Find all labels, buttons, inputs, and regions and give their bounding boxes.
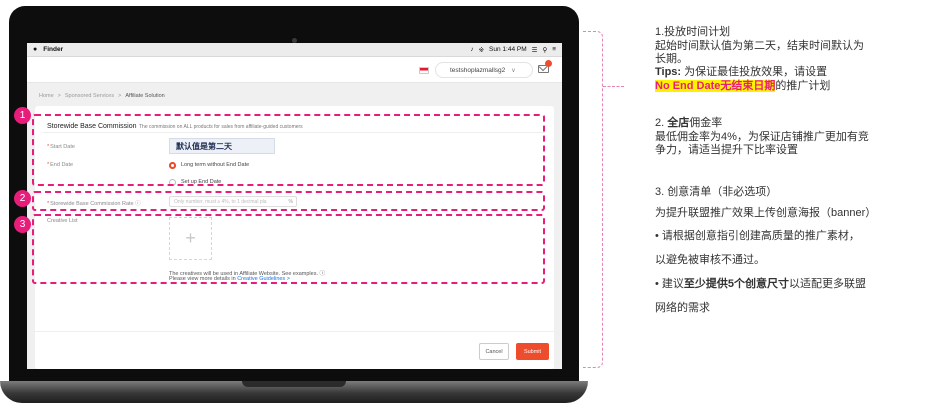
note-1-highlight: No End Date无结束日期的推广计划 <box>655 80 831 92</box>
step-badge-1: 1 <box>14 107 31 124</box>
notification-badge <box>545 60 552 67</box>
note-1-title: 1.投放时间计划 <box>655 26 731 38</box>
mac-menubar: ● Finder ♪ ※ Sun 1:44 PM ☰ ⚲ ≡ <box>27 43 562 57</box>
wifi-icon[interactable]: ☰ <box>532 46 538 54</box>
note-3-line-1: 为提升联盟推广效果上传创意海报（banner） <box>655 207 877 219</box>
laptop-base <box>0 381 588 403</box>
chevron-down-icon: ∨ <box>511 67 516 74</box>
breadcrumb-separator: > <box>57 93 61 99</box>
submit-button[interactable]: Submit <box>516 343 549 360</box>
breadcrumb-home[interactable]: Home <box>39 93 54 99</box>
account-switcher[interactable]: testshoplazmallsg2 ∨ <box>435 62 533 78</box>
note-2-line-2: 争力，请适当提升下比率设置 <box>655 144 798 156</box>
highlight-box-rate <box>32 191 545 211</box>
menubar-time[interactable]: Sun 1:44 PM <box>489 46 527 53</box>
note-1-tips: Tips: 为保证最佳投放效果，请设置 <box>655 66 828 78</box>
breadcrumb: Home > Sponsored Services > Affiliate So… <box>39 93 165 99</box>
menubar-status: ♪ ※ Sun 1:44 PM ☰ ⚲ ≡ <box>470 46 556 54</box>
app-header: testshoplazmallsg2 ∨ <box>27 57 562 83</box>
laptop-notch <box>242 381 346 387</box>
menubar-app-name[interactable]: Finder <box>43 46 63 53</box>
highlight-box-schedule <box>32 114 545 186</box>
singapore-flag-icon <box>419 67 429 74</box>
highlight-box-creative <box>32 214 545 284</box>
footer-divider <box>35 331 554 332</box>
annotation-bracket <box>583 31 603 368</box>
note-3-line-2: • 请根据创意指引创建高质量的推广素材， <box>655 230 860 242</box>
note-2-line-1: 最低佣金率为4%，为保证店铺推广更加有竞 <box>655 131 869 143</box>
note-3-title: 3. 创意清单（非必选项） <box>655 186 778 198</box>
note-3-line-4: • 建议至少提供5个创意尺寸以适配更多联盟 <box>655 278 867 290</box>
note-3-line-3: 以避免被审核不通过。 <box>655 254 765 266</box>
step-badge-2: 2 <box>14 190 31 207</box>
annotation-bracket-tick <box>603 86 624 87</box>
search-icon[interactable]: ⚲ <box>542 46 547 54</box>
breadcrumb-current: Affiliate Solution <box>125 93 165 99</box>
volume-icon[interactable]: ♪ <box>470 46 473 53</box>
menu-list-icon[interactable]: ≡ <box>552 46 556 53</box>
account-name: testshoplazmallsg2 <box>450 66 506 74</box>
note-2-title: 2. 全店佣金率 <box>655 117 723 129</box>
breadcrumb-separator: > <box>118 93 122 99</box>
cancel-button[interactable]: Cancel <box>479 343 509 360</box>
note-1-line-2: 长期。 <box>655 53 688 65</box>
apple-icon[interactable]: ● <box>33 46 37 53</box>
breadcrumb-sponsored[interactable]: Sponsored Services <box>65 93 114 99</box>
bluetooth-icon[interactable]: ※ <box>479 46 484 54</box>
note-1-line-1: 起始时间默认值为第二天，结束时间默认为 <box>655 40 864 52</box>
note-3-line-5: 网络的需求 <box>655 302 710 314</box>
step-badge-3: 3 <box>14 216 31 233</box>
